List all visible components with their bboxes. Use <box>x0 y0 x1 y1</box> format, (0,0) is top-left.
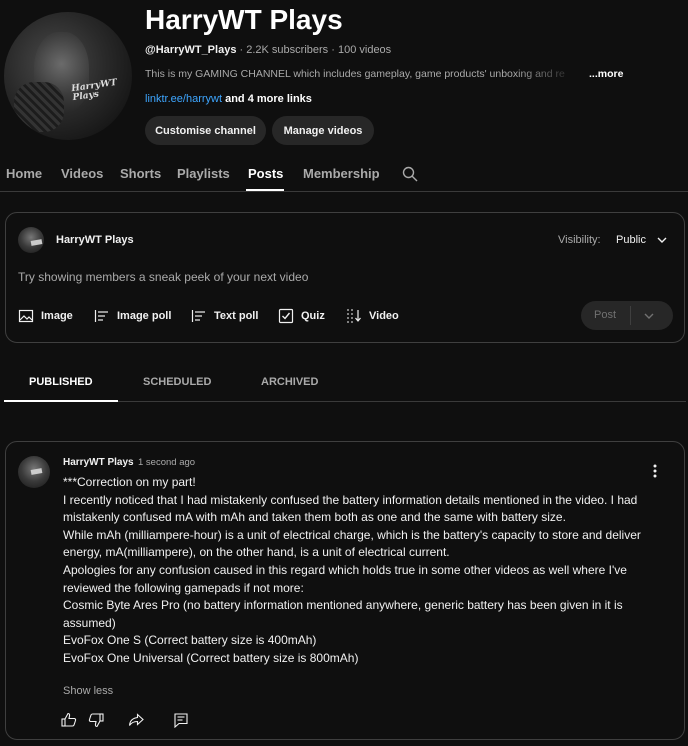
thumbs-up-icon[interactable] <box>61 712 77 728</box>
text-poll-tool-button[interactable]: Text poll <box>191 308 258 324</box>
image-poll-tool-button[interactable]: Image poll <box>94 308 171 324</box>
comment-icon[interactable] <box>173 712 189 728</box>
description-more-link[interactable]: ...more <box>589 68 623 80</box>
tab-home[interactable]: Home <box>6 166 42 181</box>
post-button-divider <box>630 306 631 325</box>
channel-link[interactable]: linktr.ee/harrywt <box>145 93 222 105</box>
tab-archived[interactable]: ARCHIVED <box>261 376 318 388</box>
channel-handle: @HarryWT_Plays <box>145 44 237 56</box>
more-links[interactable]: and 4 more links <box>225 93 312 105</box>
image-tool-label: Image <box>41 310 73 322</box>
avatar-logo-text: HarryWT Plays <box>70 77 118 104</box>
manage-videos-button[interactable]: Manage videos <box>272 116 374 145</box>
more-options-icon[interactable] <box>653 464 657 478</box>
post-body: ***Correction on my part! I recently not… <box>63 474 653 668</box>
quiz-icon <box>278 308 294 324</box>
description-text: This is my GAMING CHANNEL which includes… <box>145 68 565 80</box>
post-line: EvoFox One S (Correct battery size is 40… <box>63 633 317 648</box>
tab-videos[interactable]: Videos <box>61 166 103 181</box>
show-less-link[interactable]: Show less <box>63 685 113 697</box>
search-icon[interactable] <box>402 166 418 182</box>
subscriber-count: 2.2K subscribers <box>246 44 329 56</box>
tab-scheduled[interactable]: SCHEDULED <box>143 376 211 388</box>
tab-shorts[interactable]: Shorts <box>120 166 161 181</box>
post-button-label: Post <box>594 309 617 321</box>
thumbs-down-icon[interactable] <box>88 712 104 728</box>
post-line: Cosmic Byte Ares Pro (no battery informa… <box>63 598 623 630</box>
channel-tabs: Home Videos Shorts Playlists Posts Membe… <box>0 158 688 192</box>
post-button[interactable]: Post <box>581 301 673 330</box>
visibility-select[interactable]: Public <box>616 234 646 246</box>
text-poll-icon <box>191 310 205 322</box>
composer-input[interactable]: Try showing members a sneak peek of your… <box>18 270 308 284</box>
post-status-tabs: PUBLISHED SCHEDULED ARCHIVED <box>4 360 686 402</box>
text-poll-tool-label: Text poll <box>214 310 259 322</box>
customise-channel-button[interactable]: Customise channel <box>145 116 266 145</box>
active-subtab-indicator <box>4 400 118 402</box>
post-author[interactable]: HarryWT Plays <box>63 457 134 468</box>
chevron-down-icon[interactable] <box>643 310 655 322</box>
post-line: Apologies for any confusion caused in th… <box>63 562 627 595</box>
post-composer: HarryWT Plays Visibility: Public Try sho… <box>5 212 685 343</box>
image-poll-tool-label: Image poll <box>117 310 172 322</box>
post-line: EvoFox One Universal (Correct battery si… <box>63 650 359 665</box>
image-icon <box>18 309 34 323</box>
tab-membership[interactable]: Membership <box>303 166 380 181</box>
active-tab-indicator <box>246 189 284 191</box>
channel-description[interactable]: This is my GAMING CHANNEL which includes… <box>145 68 623 80</box>
tab-published[interactable]: PUBLISHED <box>29 376 93 388</box>
video-icon <box>347 309 361 323</box>
community-post: HarryWT Plays 1 second ago ***Correction… <box>5 441 685 740</box>
image-tool-button[interactable]: Image <box>18 308 73 324</box>
image-poll-icon <box>94 310 108 322</box>
quiz-tool-label: Quiz <box>301 310 325 322</box>
chevron-down-icon[interactable] <box>656 234 668 246</box>
video-tool-button[interactable]: Video <box>346 308 399 324</box>
meta-separator: · <box>331 44 338 56</box>
post-line: I recently noticed that I had mistakenly… <box>63 492 638 525</box>
channel-title: HarryWT Plays <box>145 4 343 35</box>
video-tool-label: Video <box>369 310 399 322</box>
visibility-label: Visibility: <box>558 234 601 246</box>
avatar-tattoo <box>14 82 64 132</box>
tab-posts[interactable]: Posts <box>248 166 283 181</box>
post-line: ***Correction on my part! <box>63 475 196 489</box>
post-line: While mAh (milliampere-hour) is a unit o… <box>63 527 641 560</box>
post-timestamp[interactable]: 1 second ago <box>138 457 195 468</box>
channel-links: linktr.ee/harrywt and 4 more links <box>145 93 312 105</box>
channel-avatar[interactable]: HarryWT Plays <box>4 12 132 140</box>
quiz-tool-button[interactable]: Quiz <box>278 308 325 324</box>
tab-playlists[interactable]: Playlists <box>177 166 230 181</box>
video-count: 100 videos <box>337 44 392 56</box>
composer-author: HarryWT Plays <box>56 234 134 246</box>
channel-meta: @HarryWT_Plays · 2.2K subscribers · 100 … <box>145 44 391 56</box>
share-icon[interactable] <box>128 712 144 728</box>
composer-avatar <box>18 227 44 253</box>
post-avatar[interactable] <box>18 456 50 488</box>
